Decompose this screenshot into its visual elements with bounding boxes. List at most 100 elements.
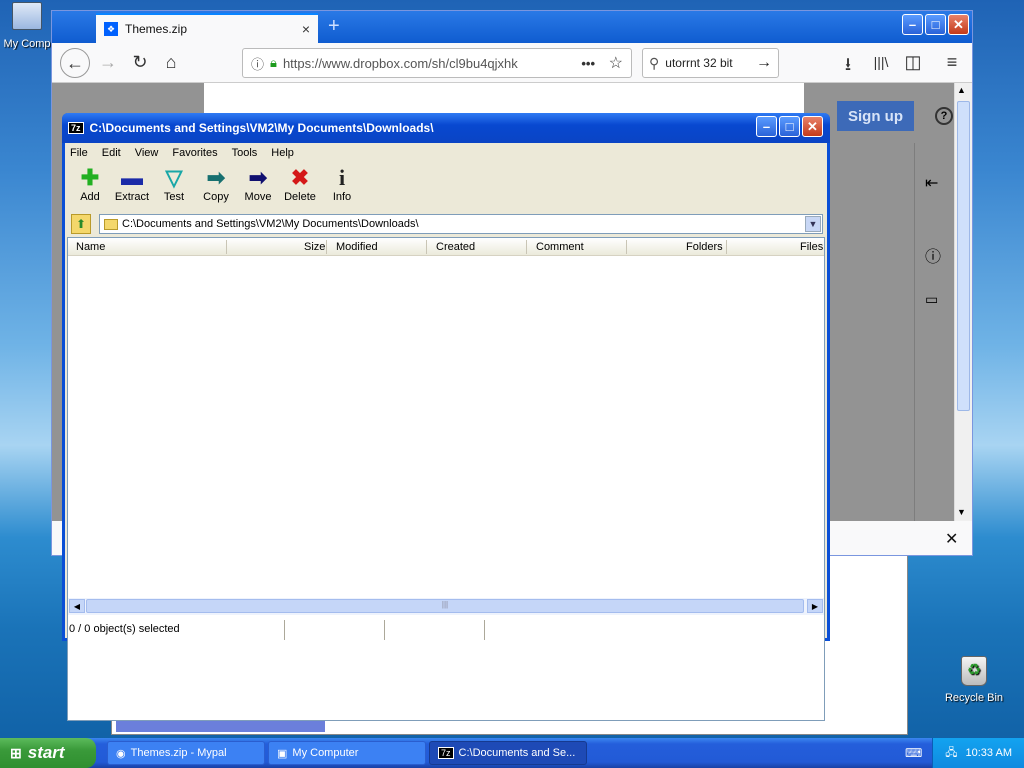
- navigation-bar: ← → ↻ ⌂ ⓘ 🔒︎ https://www.dropbox.com/sh/…: [52, 43, 972, 83]
- status-text: 0 / 0 object(s) selected: [65, 620, 285, 640]
- delete-label: Delete: [284, 191, 316, 203]
- move-button[interactable]: ➡ Move: [237, 165, 279, 213]
- extract-button[interactable]: ▬ Extract: [111, 165, 153, 213]
- close-notification-icon[interactable]: ✕: [945, 529, 958, 549]
- maximize-button[interactable]: □: [925, 14, 946, 35]
- taskbar-item-browser[interactable]: ◉ Themes.zip - Mypal: [107, 741, 265, 765]
- library-icon[interactable]: |||\: [870, 54, 892, 70]
- forward-icon[interactable]: →: [97, 52, 119, 73]
- extract-icon: ▬: [121, 165, 143, 190]
- clock[interactable]: 10:33 AM: [966, 747, 1012, 759]
- column-modified[interactable]: Modified: [336, 241, 378, 253]
- bookmark-star-icon[interactable]: ☆: [609, 53, 623, 73]
- column-comment[interactable]: Comment: [536, 241, 584, 253]
- column-size[interactable]: Size: [304, 241, 325, 253]
- title-bar: 7z C:\Documents and Settings\VM2\My Docu…: [62, 113, 830, 143]
- back-icon[interactable]: ←: [60, 48, 90, 78]
- app-logo-icon: 7z: [438, 747, 454, 759]
- browser-icon: ◉: [116, 747, 126, 760]
- browser-tab[interactable]: ❖ Themes.zip ×: [96, 13, 318, 43]
- status-bar: 0 / 0 object(s) selected: [65, 620, 827, 640]
- close-tab-icon[interactable]: ×: [302, 21, 310, 37]
- scroll-thumb[interactable]: [957, 101, 970, 411]
- test-button[interactable]: ▽ Test: [153, 165, 195, 213]
- toolbar: ✚ Add ▬ Extract ▽ Test ➡ Copy ➡ Move ✖ Delete …: [65, 165, 827, 213]
- minimize-button[interactable]: –: [902, 14, 923, 35]
- desktop-icon-label: My Comp: [3, 38, 51, 50]
- reload-icon[interactable]: ↻: [129, 52, 151, 73]
- taskbar-item-label: Themes.zip - Mypal: [130, 747, 227, 759]
- computer-icon: ▣: [277, 747, 288, 760]
- menu-file[interactable]: File: [70, 147, 88, 159]
- search-icon: ⚲: [649, 54, 660, 71]
- menu-bar: File Edit View Favorites Tools Help: [65, 143, 827, 163]
- info-icon: i: [338, 165, 346, 190]
- desktop-icon-my-computer[interactable]: My Comp: [2, 2, 52, 50]
- info-icon[interactable]: ⓘ: [251, 54, 264, 73]
- url-bar[interactable]: ⓘ 🔒︎ https://www.dropbox.com/sh/cl9bu4qj…: [242, 48, 632, 78]
- collapse-panel-icon[interactable]: ⇤: [925, 173, 938, 193]
- status-cell: [285, 620, 385, 640]
- comment-icon[interactable]: ▭: [925, 291, 938, 308]
- home-icon[interactable]: ⌂: [160, 52, 182, 73]
- scroll-thumb[interactable]: |||: [86, 599, 804, 613]
- column-name[interactable]: Name: [76, 241, 105, 253]
- test-icon: ▽: [165, 165, 183, 190]
- app-logo-icon: 7z: [68, 122, 84, 134]
- close-button[interactable]: ✕: [948, 14, 969, 35]
- info-circle-icon[interactable]: ⓘ: [925, 243, 941, 267]
- add-button[interactable]: ✚ Add: [69, 165, 111, 213]
- keyboard-icon[interactable]: ⌨: [905, 746, 922, 760]
- scroll-left-arrow[interactable]: ◀: [69, 599, 85, 613]
- status-cell: [385, 620, 485, 640]
- add-icon: ✚: [80, 165, 100, 190]
- move-label: Move: [244, 191, 272, 203]
- menu-edit[interactable]: Edit: [102, 147, 121, 159]
- search-value: utorrnt 32 bit: [665, 56, 733, 70]
- copy-button[interactable]: ➡ Copy: [195, 165, 237, 213]
- desktop-icon-recycle-bin[interactable]: ♻ Recycle Bin: [940, 656, 1008, 704]
- horizontal-scrollbar[interactable]: ◀ ||| ▶: [68, 598, 824, 615]
- chevron-down-icon[interactable]: ▼: [805, 216, 821, 232]
- system-tray: 🖧︎ 10:33 AM: [932, 738, 1024, 768]
- scroll-up-arrow[interactable]: ▲: [957, 85, 966, 95]
- start-button[interactable]: ⊞ start: [0, 738, 96, 768]
- sidebar-icon[interactable]: ◫: [902, 52, 924, 73]
- copy-icon: ➡: [206, 165, 226, 190]
- column-created[interactable]: Created: [436, 241, 475, 253]
- help-icon[interactable]: ?: [935, 107, 953, 125]
- column-folders[interactable]: Folders: [686, 241, 723, 253]
- test-label: Test: [163, 191, 185, 203]
- taskbar-item-label: My Computer: [292, 747, 359, 759]
- column-files[interactable]: Files: [800, 241, 823, 253]
- search-go-icon[interactable]: →: [756, 54, 772, 72]
- sign-up-button[interactable]: Sign up: [837, 101, 914, 131]
- vertical-scrollbar[interactable]: ▲ ▼: [954, 83, 972, 521]
- new-tab-icon[interactable]: +: [328, 15, 340, 38]
- page-actions-icon[interactable]: •••: [581, 56, 595, 71]
- taskbar-item-7zip[interactable]: 7z C:\Documents and Se...: [429, 741, 587, 765]
- scroll-right-arrow[interactable]: ▶: [807, 599, 823, 613]
- close-button[interactable]: ✕: [802, 116, 823, 137]
- info-button[interactable]: i Info: [321, 165, 363, 213]
- menu-help[interactable]: Help: [271, 147, 294, 159]
- maximize-button[interactable]: □: [779, 116, 800, 137]
- taskbar-item-my-computer[interactable]: ▣ My Computer: [268, 741, 426, 765]
- menu-icon[interactable]: ≡: [941, 52, 963, 73]
- menu-view[interactable]: View: [135, 147, 159, 159]
- menu-favorites[interactable]: Favorites: [172, 147, 217, 159]
- downloads-icon[interactable]: ⭳: [837, 52, 859, 82]
- extract-label: Extract: [114, 191, 150, 203]
- delete-button[interactable]: ✖ Delete: [279, 165, 321, 213]
- file-list[interactable]: Name Size Modified Created Comment Folde…: [67, 237, 825, 721]
- recycle-bin-icon: ♻: [961, 656, 987, 686]
- search-bar[interactable]: ⚲ utorrnt 32 bit →: [642, 48, 779, 78]
- scroll-down-arrow[interactable]: ▼: [957, 507, 966, 517]
- minimize-button[interactable]: –: [756, 116, 777, 137]
- network-icon[interactable]: 🖧︎: [945, 744, 957, 763]
- folder-up-icon[interactable]: ⬆: [71, 214, 91, 234]
- menu-tools[interactable]: Tools: [232, 147, 258, 159]
- info-label: Info: [332, 191, 352, 203]
- path-input[interactable]: C:\Documents and Settings\VM2\My Documen…: [99, 214, 823, 234]
- list-header: Name Size Modified Created Comment Folde…: [68, 238, 824, 256]
